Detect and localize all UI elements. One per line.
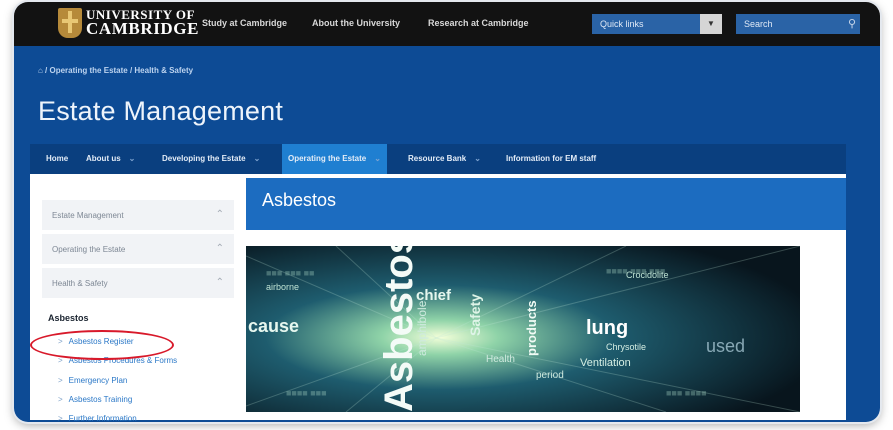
- university-crest-icon[interactable]: [58, 8, 82, 38]
- chevron-down-icon: ⌄: [474, 154, 481, 163]
- asbestos-word-cloud-image: ■■■ ■■■ ■■ ■■■■ ■■■ ■■■ ■■■ ■■■■ ■■■■ ■■■ …: [246, 246, 800, 412]
- hero-word-cause: cause: [248, 316, 299, 336]
- nav-resource-bank-label: Resource Bank: [408, 154, 467, 163]
- sidebar-section-estate-management[interactable]: Estate Management ⌃: [42, 200, 234, 230]
- topnav-about[interactable]: About the University: [312, 18, 400, 28]
- hero-big-word: Asbestos: [377, 246, 421, 412]
- hero-word-products: products: [524, 300, 539, 356]
- search-placeholder: Search: [744, 19, 773, 29]
- chevron-down-icon: ⌄: [128, 154, 136, 163]
- university-line2: CAMBRIDGE: [86, 19, 200, 38]
- hero-word-chrysotile: Chrysotile: [606, 342, 646, 352]
- nav-operating-estate-label: Operating the Estate: [288, 154, 367, 163]
- hero-word-used: used: [706, 336, 745, 356]
- svg-text:■■■ ■■■ ■■: ■■■ ■■■ ■■: [266, 268, 315, 278]
- nav-resource-bank[interactable]: Resource Bank ⌄: [402, 144, 487, 174]
- sidebar-link-training[interactable]: > Asbestos Training: [58, 395, 132, 404]
- topnav-research[interactable]: Research at Cambridge: [428, 18, 529, 28]
- hero-word-safety: Safety: [467, 294, 483, 336]
- sidebar-link-label: Further Information: [68, 414, 137, 422]
- breadcrumb[interactable]: ⌂ / Operating the Estate / Health & Safe…: [38, 66, 193, 75]
- site-title[interactable]: Estate Management: [38, 96, 283, 127]
- university-top-bar: UNIVERSITY OF CAMBRIDGE Study at Cambrid…: [14, 2, 880, 46]
- chevron-down-icon[interactable]: ▼: [700, 14, 722, 34]
- nav-em-staff[interactable]: Information for EM staff: [500, 144, 602, 174]
- highlight-ellipse: [30, 330, 174, 360]
- nav-about-us-label: About us: [86, 154, 121, 163]
- hero-word-lung: lung: [586, 317, 628, 339]
- search-icon[interactable]: ⚲: [848, 17, 856, 30]
- chevron-up-icon[interactable]: ⌃: [216, 277, 224, 288]
- svg-text:■■■ ■■■■: ■■■ ■■■■: [666, 388, 707, 398]
- nav-em-staff-label: Information for EM staff: [506, 154, 597, 163]
- main-nav: Home About us ⌄ Developing the Estate ⌄ Op…: [30, 144, 846, 174]
- chevron-right-icon: >: [58, 376, 63, 385]
- chevron-down-icon: ⌄: [374, 154, 381, 163]
- search-input[interactable]: Search ⚲: [736, 14, 860, 34]
- hero-word-ventilation: Ventilation: [580, 357, 631, 369]
- sidebar-section-operating-estate[interactable]: Operating the Estate ⌃: [42, 234, 234, 264]
- nav-developing-estate[interactable]: Developing the Estate ⌄: [156, 144, 266, 174]
- page-heading: Asbestos: [262, 190, 337, 210]
- sidebar-link-label: Emergency Plan: [68, 376, 128, 385]
- hero-word-chief: chief: [416, 287, 452, 304]
- hero-word-health: Health: [486, 354, 515, 365]
- sidebar-section-label: Health & Safety: [52, 279, 108, 288]
- chevron-right-icon: >: [58, 414, 63, 422]
- hero-word-crocidolite: Crocidolite: [626, 270, 669, 280]
- chevron-right-icon: >: [58, 395, 63, 404]
- nav-home-label: Home: [46, 154, 69, 163]
- sidebar-link-emergency-plan[interactable]: > Emergency Plan: [58, 376, 127, 385]
- quick-links-select[interactable]: Quick links ▼: [592, 14, 722, 34]
- quick-links-label: Quick links: [600, 19, 644, 29]
- sidebar-link-further-info[interactable]: > Further Information: [58, 414, 137, 422]
- sidebar-heading: Asbestos: [48, 313, 89, 323]
- nav-home[interactable]: Home: [40, 144, 74, 174]
- chevron-up-icon[interactable]: ⌃: [216, 209, 224, 220]
- hero-word-airborne: airborne: [266, 282, 299, 292]
- chevron-up-icon[interactable]: ⌃: [216, 243, 224, 254]
- svg-text:■■■■ ■■■: ■■■■ ■■■: [286, 388, 327, 398]
- sidebar-section-label: Estate Management: [52, 211, 124, 220]
- chevron-down-icon: ⌄: [253, 154, 261, 163]
- topnav-study[interactable]: Study at Cambridge: [202, 18, 287, 28]
- sidebar-link-label: Asbestos Training: [68, 395, 133, 404]
- university-logo-text[interactable]: UNIVERSITY OF CAMBRIDGE: [86, 8, 200, 38]
- nav-about-us[interactable]: About us ⌄: [80, 144, 141, 174]
- nav-developing-estate-label: Developing the Estate: [162, 154, 246, 163]
- hero-word-period: period: [536, 370, 564, 381]
- sidebar-section-health-safety[interactable]: Health & Safety ⌃: [42, 268, 234, 298]
- sidebar-section-label: Operating the Estate: [52, 245, 126, 254]
- nav-operating-estate[interactable]: Operating the Estate ⌄: [282, 144, 387, 174]
